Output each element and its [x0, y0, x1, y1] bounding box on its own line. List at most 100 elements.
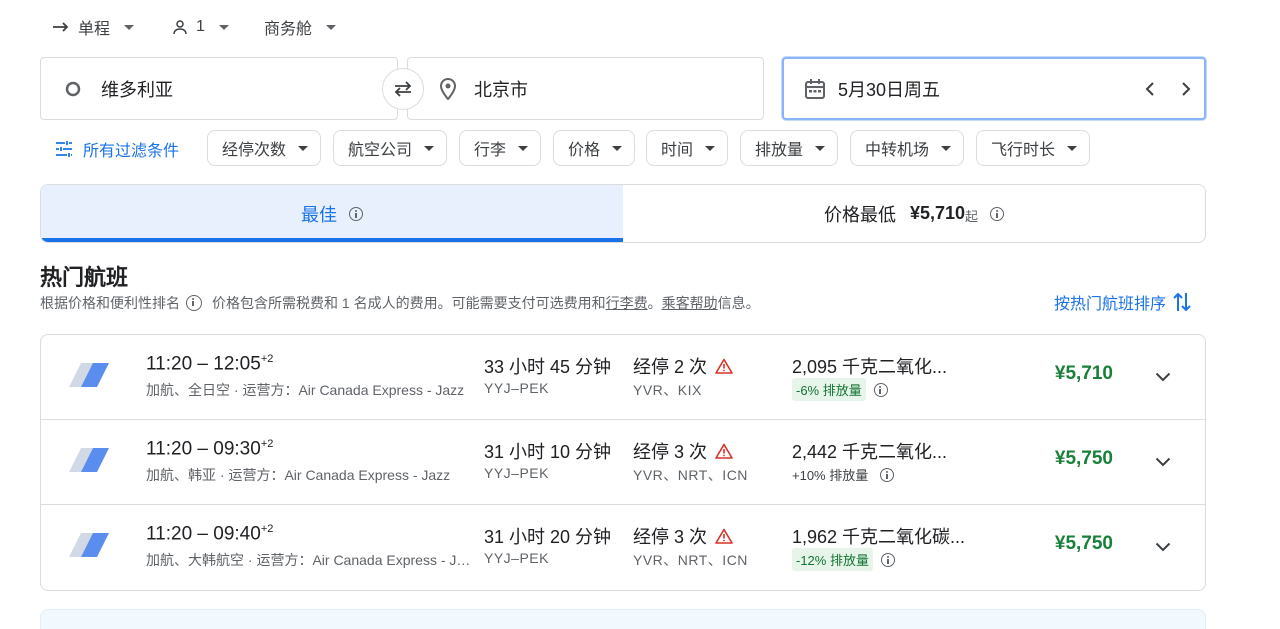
info-icon[interactable]: [186, 295, 202, 311]
flight-route: YYJ–PEK: [484, 465, 549, 481]
info-icon[interactable]: [349, 206, 363, 221]
sort-button[interactable]: 按热门航班排序: [1054, 290, 1192, 314]
chevron-down-icon: [941, 145, 952, 151]
passenger-help-link[interactable]: 乘客帮助: [662, 293, 718, 313]
sort-label: 按热门航班排序: [1053, 296, 1166, 313]
plus-days: +2: [260, 523, 274, 535]
plus-days: +2: [260, 438, 274, 450]
price-note-3: 信息。: [717, 295, 760, 311]
emissions-info: -12% 排放量: [792, 548, 895, 571]
stops-label: 经停 2 次: [633, 357, 708, 377]
emissions-badge: -6% 排放量: [792, 378, 866, 401]
airline-logo-icon: [69, 533, 109, 557]
origin-field[interactable]: 维多利亚: [40, 57, 398, 120]
co2-amount: 1,962 千克二氧化碳...: [792, 527, 966, 547]
flight-price: ¥5,750: [1054, 448, 1113, 469]
trip-type-select[interactable]: 单程: [52, 14, 135, 40]
info-icon[interactable]: [880, 552, 895, 567]
filter-time[interactable]: 时间: [646, 130, 729, 166]
price-note-2: 。: [647, 295, 662, 311]
passenger-select[interactable]: 1: [172, 14, 229, 40]
flight-stops: 经停 3 次: [633, 523, 733, 549]
passenger-count: 1: [196, 18, 205, 35]
warning-icon: [715, 443, 733, 459]
tab-best-label: 最佳: [301, 204, 337, 225]
person-icon: [173, 20, 187, 35]
filter-baggage[interactable]: 行李: [459, 130, 542, 166]
origin-circle-icon: [65, 81, 81, 96]
stop-airports: YVR、NRT、ICN: [633, 467, 748, 483]
chevron-down-icon: [326, 24, 337, 30]
expand-button[interactable]: [1151, 365, 1175, 389]
chevron-down-icon: [1155, 457, 1171, 467]
chevron-down-icon: [218, 24, 229, 30]
emissions-badge: +10% 排放量: [792, 468, 869, 483]
prev-date-button[interactable]: [1138, 77, 1162, 101]
stops-label: 经停 3 次: [633, 527, 708, 547]
filter-connecting-airports[interactable]: 中转机场: [850, 130, 965, 166]
depart-time: 11:20: [146, 353, 193, 375]
calendar-icon: [805, 78, 825, 99]
date-field[interactable]: 5月30日周五: [782, 57, 1206, 120]
next-date-button[interactable]: [1174, 77, 1198, 101]
flight-stops: 经停 2 次: [633, 353, 733, 379]
plus-days: +2: [260, 353, 274, 365]
info-icon[interactable]: [990, 206, 1005, 221]
destination-field[interactable]: 北京市: [407, 57, 764, 120]
location-pin-icon: [440, 77, 456, 100]
flight-times: 11:20 – 09:40+2: [146, 523, 274, 545]
arrive-time: 12:05: [213, 353, 261, 375]
cabin-label: 商务舱: [264, 21, 313, 38]
stop-airports: YVR、KIX: [633, 382, 702, 398]
origin-value: 维多利亚: [101, 79, 173, 100]
section-subtitle: 根据价格和便利性排名 价格包含所需税费和 1 名成人的费用。可能需要支付可选费用…: [40, 293, 760, 313]
info-icon[interactable]: [880, 467, 895, 482]
chevron-down-icon: [1155, 372, 1171, 382]
tab-cheapest-suffix: 起: [965, 209, 979, 224]
filter-price[interactable]: 价格: [553, 130, 636, 166]
filter-airlines[interactable]: 航空公司: [333, 130, 448, 166]
airline-names: 加航、韩亚 · 运营方：Air Canada Express - Jazz: [146, 467, 451, 483]
flight-price: ¥5,710: [1054, 363, 1113, 384]
co2-amount: 2,442 千克二氧化...: [792, 442, 948, 462]
chevron-down-icon: [1067, 145, 1078, 151]
rank-note: 根据价格和便利性排名: [40, 295, 180, 311]
arrive-time: 09:30: [213, 438, 261, 460]
stops-label: 经停 3 次: [633, 442, 708, 462]
baggage-fee-link[interactable]: 行李费: [606, 293, 648, 313]
filter-chip-label: 中转机场: [865, 142, 930, 159]
filter-emissions[interactable]: 排放量: [740, 130, 839, 166]
expand-button[interactable]: [1151, 450, 1175, 474]
chevron-down-icon: [705, 145, 716, 151]
chevron-right-icon: [1182, 82, 1191, 96]
airline-names: 加航、大韩航空 · 运营方：Air Canada Express - Jazz: [146, 552, 474, 568]
chevron-down-icon: [1155, 542, 1171, 552]
flight-row[interactable]: 11:20 – 09:30+2 加航、韩亚 · 运营方：Air Canada E…: [41, 420, 1205, 505]
chevron-down-icon: [298, 145, 309, 151]
flight-times: 11:20 – 12:05+2: [146, 353, 274, 375]
swap-arrows-icon: [394, 81, 412, 97]
airline-logo-icon: [69, 448, 109, 472]
all-filters-button[interactable]: 所有过滤条件: [55, 137, 179, 161]
chevron-down-icon: [518, 145, 529, 151]
flight-row[interactable]: 11:20 – 09:40+2 加航、大韩航空 · 运营方：Air Canada…: [41, 505, 1205, 590]
expand-button[interactable]: [1151, 535, 1175, 559]
info-icon[interactable]: [873, 382, 888, 397]
airline-names: 加航、全日空 · 运营方：Air Canada Express - Jazz: [146, 382, 465, 398]
tab-best[interactable]: 最佳: [41, 185, 623, 242]
price-note-1: 价格包含所需税费和 1 名成人的费用。可能需要支付可选费用和: [212, 295, 606, 311]
filter-stops[interactable]: 经停次数: [207, 130, 322, 166]
filter-duration[interactable]: 飞行时长: [976, 130, 1091, 166]
cabin-select[interactable]: 商务舱: [264, 14, 337, 40]
stop-airports: YVR、NRT、ICN: [633, 552, 748, 568]
flight-route: YYJ–PEK: [484, 550, 549, 566]
flight-times: 11:20 – 09:30+2: [146, 438, 274, 460]
flight-row[interactable]: 11:20 – 12:05+2 加航、全日空 · 运营方：Air Canada …: [41, 335, 1205, 420]
filter-chip-label: 航空公司: [348, 142, 413, 159]
chevron-down-icon: [612, 145, 623, 151]
swap-button[interactable]: [382, 68, 424, 110]
flight-route: YYJ–PEK: [484, 380, 549, 396]
tab-cheapest-label: 价格最低: [823, 204, 896, 225]
tab-cheapest[interactable]: 价格最低 ¥5,710 起: [623, 185, 1205, 242]
sort-arrows-icon: [1173, 292, 1191, 312]
